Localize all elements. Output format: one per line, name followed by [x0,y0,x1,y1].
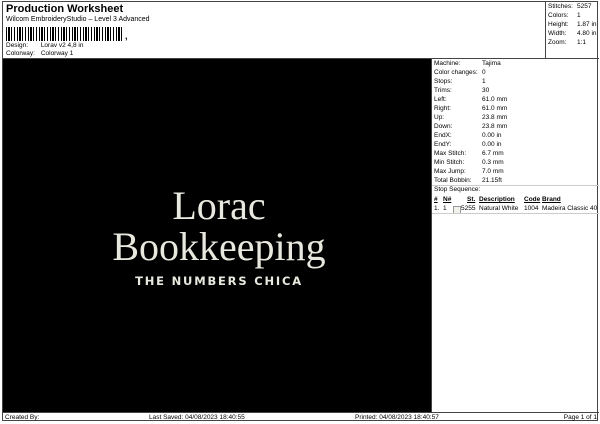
col-num: # [434,196,438,203]
colorway-value: Colorway 1 [40,50,74,57]
info-min-stitch: Min Stitch: 0.3 mm [434,159,504,166]
design-row: Design: Lorav v2 4,8 in [6,42,83,49]
info-endx: EndX: 0.00 in [434,132,502,139]
col-st: St. [467,196,476,203]
design-preview: Lorac Bookkeeping THE NUMBERS CHICA [3,59,431,412]
barcode [6,27,124,41]
info-up: Up: 23.8 mm [434,114,508,121]
info-trims: Trims: 30 [434,87,490,94]
row-code: 1004 [524,205,539,212]
colorway-row: Colorway: Colorway 1 [6,50,73,57]
page-number: Page 1 of 1 [563,414,597,421]
stop-sequence-label: Stop Sequence: [434,186,481,193]
design-label: Design: [6,42,29,49]
row-n: 1 [443,205,447,212]
row-brand: Madeira Classic 40 [542,205,598,212]
software-name: Wilcom EmbroideryStudio – Level 3 Advanc… [6,16,150,23]
col-code: Code [524,196,541,203]
info-endy: EndY: 0.00 in [434,141,502,148]
design-text-lorac: Lorac [172,183,265,228]
col-brand: Brand [542,196,561,203]
info-total-bobbin: Total Bobbin: 21.15ft [434,177,502,184]
production-worksheet: Production Worksheet Wilcom EmbroiderySt… [2,1,599,422]
col-desc: Description [479,196,515,203]
page-title: Production Worksheet [6,3,124,15]
info-max-jump: Max Jump: 7.0 mm [434,168,504,175]
colors-row: Colors: 1 [548,12,581,19]
row-num: 1. [434,205,440,212]
worksheet-footer: Created By: Last Saved: 04/08/2023 18:40… [3,412,599,422]
last-saved: Last Saved: 04/08/2023 18:40:55 [149,414,245,421]
info-max-stitch: Max Stitch: 6.7 mm [434,150,504,157]
design-canvas: Lorac Bookkeeping THE NUMBERS CHICA [3,59,431,412]
summary-panel: Stitches: 5257 Colors: 1 Height: 1.87 in Wi… [546,2,599,59]
zoom-row: Zoom: 1:1 [548,39,587,46]
created-by: Created By: [5,414,40,421]
barcode-mark: , [125,31,128,41]
stitches-row: Stitches: 5257 [548,3,592,10]
info-right: Right: 61.0 mm [434,105,508,112]
row-st: 5255 [461,205,476,212]
info-left: Left: 61.0 mm [434,96,508,103]
info-color-changes: Color changes: 0 [434,69,486,76]
design-text-bookkeeping: Bookkeeping [112,224,325,269]
printed-date: Printed: 04/08/2023 18:40:57 [355,414,439,421]
design-value: Lorav v2 4,8 in [40,42,84,49]
machine-info-panel: Machine: Tajima Color changes: 0 Stops: 1 T… [431,59,599,412]
height-row: Height: 1.87 in [548,21,597,28]
colorway-label: Colorway: [6,50,35,57]
info-down: Down: 23.8 mm [434,123,508,130]
divider [432,213,599,214]
info-machine: Machine: Tajima [434,60,501,67]
width-row: Width: 4.80 in [548,30,597,37]
info-stops: Stops: 1 [434,78,486,85]
worksheet-header: Production Worksheet Wilcom EmbroiderySt… [3,2,546,59]
col-n: N# [443,196,452,203]
row-desc: Natural White [479,205,519,212]
design-text-tagline: THE NUMBERS CHICA [135,274,303,288]
